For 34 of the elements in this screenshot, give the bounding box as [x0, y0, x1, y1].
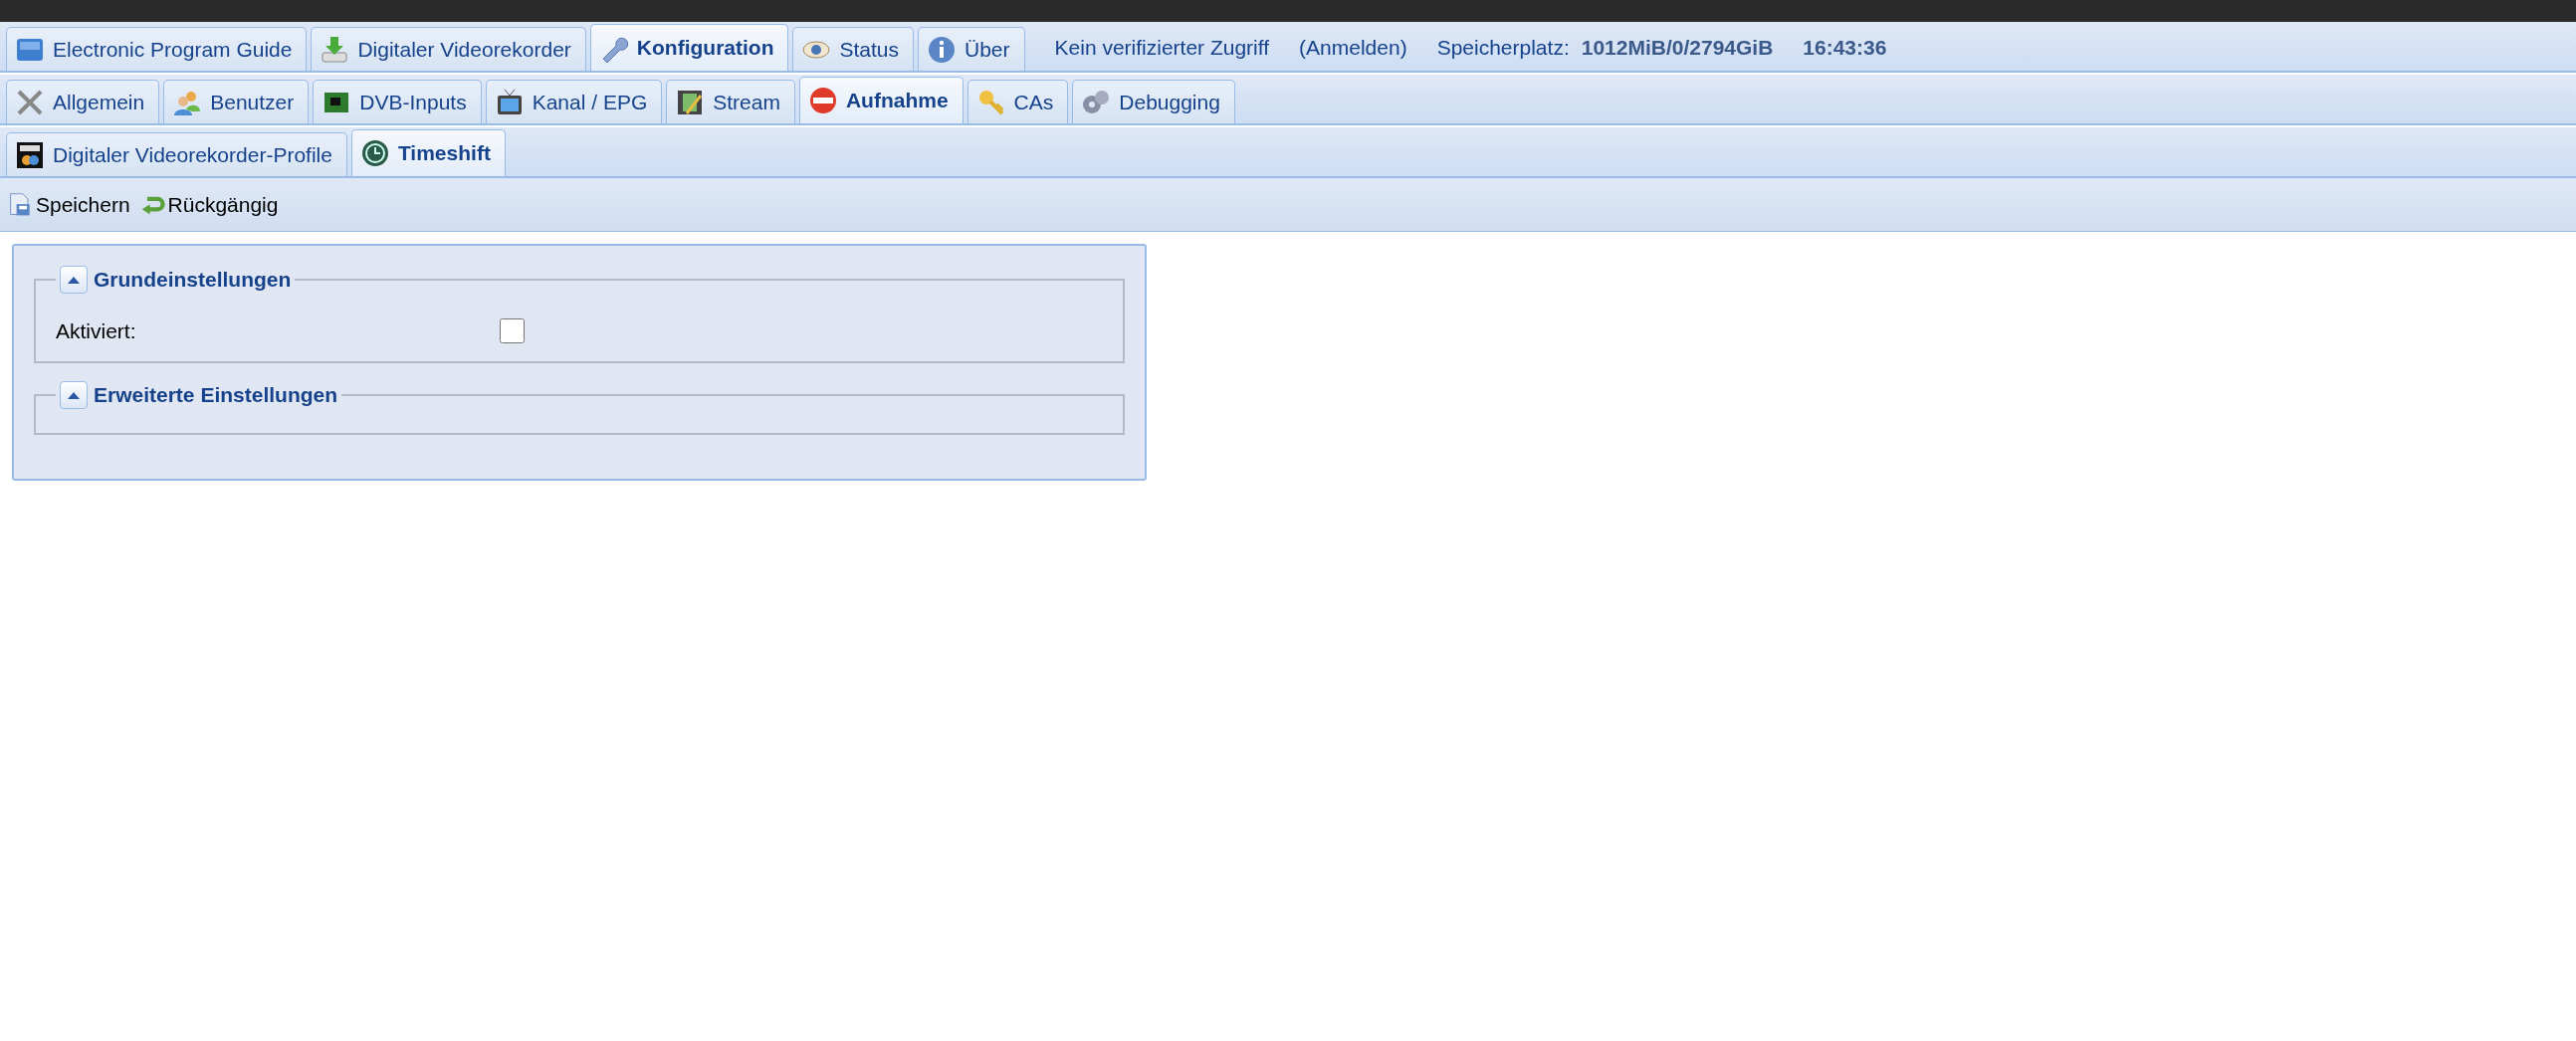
tab[interactable]: Digitaler Videorekorder [311, 27, 586, 71]
storage-value: 1012MiB/0/2794GiB [1581, 34, 1774, 61]
fieldset-title: Grundeinstellungen [94, 267, 292, 294]
tab[interactable]: Benutzer [163, 80, 310, 123]
clock-icon [359, 138, 390, 168]
fieldset-title: Erweiterte Einstellungen [94, 381, 338, 408]
record-icon [807, 86, 838, 115]
info-icon [927, 34, 957, 65]
tab[interactable]: Aufnahme [798, 77, 964, 123]
login-link[interactable]: (Anmelden) [1299, 31, 1407, 64]
tab[interactable]: Digitaler Videorekorder-Profile [6, 132, 347, 176]
tab[interactable]: DVB-Inputs [313, 80, 482, 123]
tab[interactable]: Electronic Program Guide [6, 27, 308, 71]
clock-time: 16:43:36 [1803, 34, 1887, 61]
tab[interactable]: Timeshift [350, 129, 506, 176]
dvr-logo-icon [15, 139, 45, 170]
field-label: Aktiviert: [56, 318, 137, 344]
collapse-button[interactable] [60, 266, 88, 294]
tab[interactable]: Allgemein [6, 80, 160, 123]
tab[interactable]: CAs [966, 80, 1069, 123]
tab[interactable]: Debugging [1072, 80, 1235, 123]
checkbox[interactable] [500, 318, 525, 344]
storage-label: Speicherplatz: [1436, 34, 1570, 61]
access-status-text: Kein verifizierter Zugriff [1054, 34, 1270, 61]
up-triangle-icon [67, 275, 81, 285]
tab[interactable]: Status [792, 27, 914, 71]
collapse-button[interactable] [60, 380, 88, 409]
tab[interactable]: Kanal / EPG [485, 80, 663, 123]
download-icon [320, 34, 350, 65]
tab[interactable]: Konfiguration [589, 24, 789, 71]
toolbar-button[interactable]: Speichern [8, 188, 130, 221]
tab[interactable]: Stream [666, 80, 795, 123]
tab[interactable]: Über [918, 27, 1025, 71]
toolbar-button[interactable]: Rückgängig [139, 188, 279, 221]
